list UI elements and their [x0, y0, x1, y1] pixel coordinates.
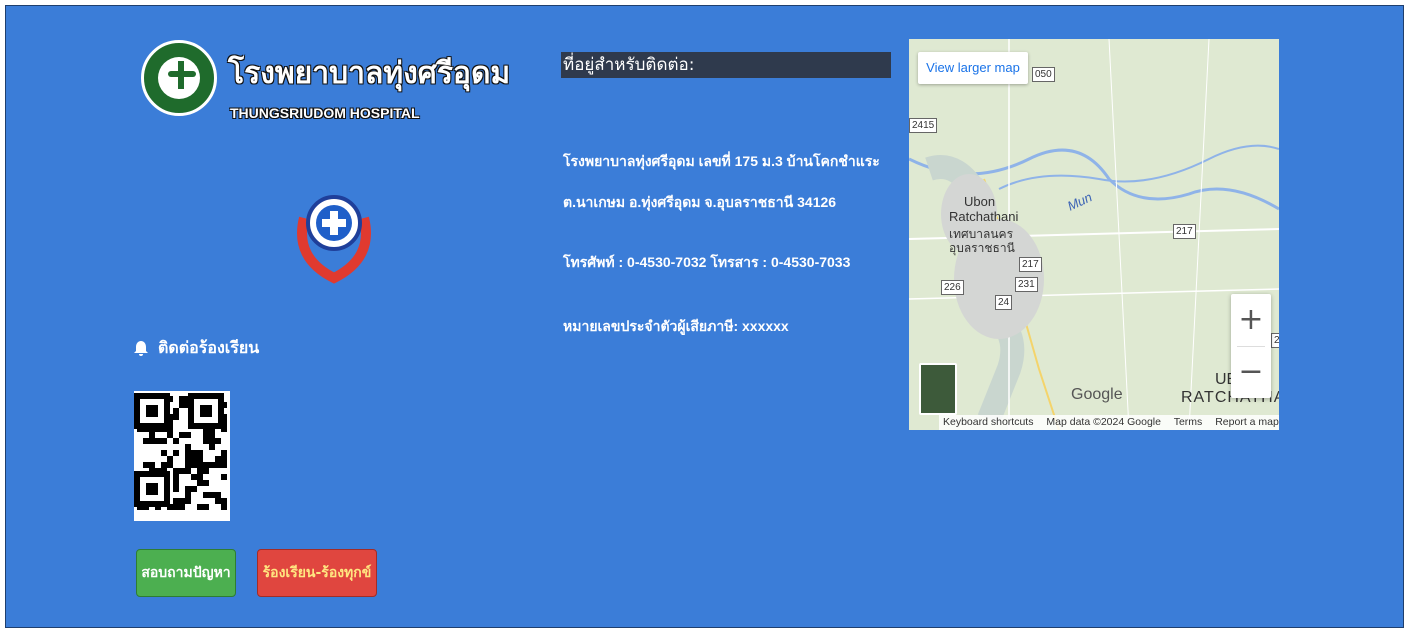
view-larger-map-link[interactable]: View larger map — [918, 52, 1028, 84]
complaint-button[interactable]: ร้องเรียน-ร้องทุกข์ — [257, 549, 377, 597]
road-shield: 226 — [941, 280, 964, 295]
quality-emblem-icon — [274, 178, 394, 298]
zoom-out-button[interactable]: − — [1231, 352, 1271, 392]
bell-icon — [134, 340, 148, 357]
tax-id: หมายเลขประจำตัวผู้เสียภาษี: xxxxxx — [563, 318, 789, 334]
keyboard-shortcuts-link[interactable]: Keyboard shortcuts — [943, 416, 1033, 428]
zoom-divider — [1237, 346, 1265, 347]
terms-link[interactable]: Terms — [1174, 416, 1203, 428]
complaint-heading-label: ติดต่อร้องเรียน — [158, 338, 260, 357]
address-line-2: ต.นาเกษม อ.ทุ่งศรีอุดม จ.อุบลราชธานี 341… — [563, 194, 837, 210]
ministry-seal-icon — [141, 40, 217, 116]
road-shield: 2415 — [909, 118, 938, 133]
contact-title: ที่อยู่สำหรับติดต่อ: — [561, 52, 891, 78]
map-city-en2: Ratchathani — [949, 209, 1019, 224]
contact-footer: โรงพยาบาลทุ่งศรีอุดม THUNGSRIUDOM HOSPIT… — [5, 5, 1404, 628]
map-city-en: Ubon — [964, 194, 996, 209]
complaint-heading: ติดต่อร้องเรียน — [134, 336, 259, 361]
road-shield: 2 — [1271, 333, 1279, 348]
ask-question-button[interactable]: สอบถามปัญหา — [136, 549, 236, 597]
hospital-name-en: THUNGSRIUDOM HOSPITAL — [230, 105, 420, 121]
zoom-in-button[interactable]: + — [1231, 300, 1271, 340]
hospital-name-th: โรงพยาบาลทุ่งศรีอุดม — [228, 56, 511, 91]
phone-fax: โทรศัพท์ : 0-4530-7032 โทรสาร : 0-4530-7… — [563, 254, 851, 270]
address-line-1: โรงพยาบาลทุ่งศรีอุดม เลขที่ 175 ม.3 บ้าน… — [563, 153, 880, 169]
map-attribution-bar: Keyboard shortcuts Map data ©2024 Google… — [939, 415, 1279, 430]
qr-code — [134, 391, 230, 521]
hospital-logo: โรงพยาบาลทุ่งศรีอุดม THUNGSRIUDOM HOSPIT… — [136, 38, 510, 148]
road-shield: 217 — [1019, 257, 1042, 272]
google-logo: Google — [1071, 386, 1123, 403]
map-city-th2: อุบลราชธานี — [949, 241, 1015, 255]
road-shield: 24 — [995, 295, 1013, 310]
satellite-toggle-button[interactable] — [919, 363, 957, 415]
road-shield: 050 — [1032, 67, 1055, 82]
zoom-control: + − — [1231, 294, 1271, 398]
map-data-label: Map data ©2024 Google — [1046, 416, 1161, 428]
report-map-error-link[interactable]: Report a map error — [1215, 416, 1279, 428]
road-shield: 231 — [1015, 277, 1038, 292]
road-shield: 217 — [1173, 224, 1196, 239]
google-map[interactable]: Ubon Ratchathani เทศบาลนคร อุบลราชธานี M… — [909, 39, 1279, 430]
